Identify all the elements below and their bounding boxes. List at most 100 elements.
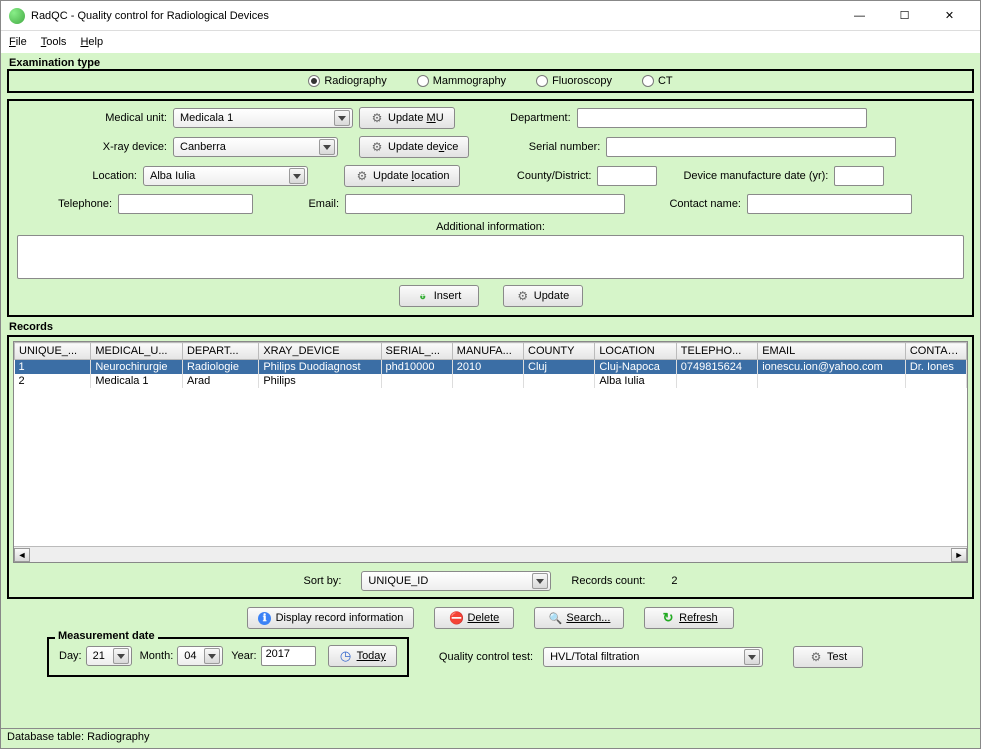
sort-by-select[interactable]: UNIQUE_ID [361, 571, 551, 591]
exam-type-group: Radiography Mammography Fluoroscopy CT [7, 69, 974, 93]
additional-textarea[interactable] [17, 235, 964, 279]
telephone-label: Telephone: [17, 198, 112, 210]
table-cell [524, 374, 595, 388]
table-cell: Alba Iulia [595, 374, 676, 388]
column-header[interactable]: MANUFA... [452, 343, 523, 360]
qc-test-label: Quality control test: [439, 651, 533, 663]
refresh-icon [661, 611, 675, 625]
horizontal-scrollbar[interactable]: ◄ ► [14, 546, 967, 562]
table-cell: Dr. Iones [905, 360, 966, 375]
xray-label: X-ray device: [17, 141, 167, 153]
column-header[interactable]: MEDICAL_U... [91, 343, 183, 360]
table-cell: Medicala 1 [91, 374, 183, 388]
medical-unit-select[interactable]: Medicala 1 [173, 108, 353, 128]
close-button[interactable]: ✕ [927, 2, 972, 30]
table-cell [905, 374, 966, 388]
records-title: Records [9, 321, 974, 333]
location-label: Location: [17, 170, 137, 182]
plus-icon [416, 289, 430, 303]
table-cell: phd10000 [381, 360, 452, 375]
exam-type-title: Examination type [9, 57, 974, 69]
delete-button[interactable]: Delete [434, 607, 514, 629]
form-panel: Medical unit: Medicala 1 Update MU Depar… [7, 99, 974, 317]
table-cell [758, 374, 906, 388]
email-input[interactable] [345, 194, 625, 214]
serial-label: Serial number: [485, 141, 600, 153]
day-select[interactable]: 21 [86, 646, 132, 666]
menu-tools[interactable]: Tools [41, 36, 67, 48]
menu-file[interactable]: File [9, 36, 27, 48]
measurement-date-group: Measurement date Day: 21 Month: 04 Year:… [47, 637, 409, 677]
month-select[interactable]: 04 [177, 646, 223, 666]
mfg-label: Device manufacture date (yr): [683, 170, 828, 182]
column-header[interactable]: TELEPHO... [676, 343, 757, 360]
department-input[interactable] [577, 108, 867, 128]
minus-icon [449, 611, 463, 625]
column-header[interactable]: COUNTY [524, 343, 595, 360]
table-cell: Radiologie [182, 360, 258, 375]
search-icon [548, 611, 562, 625]
radio-radiography[interactable]: Radiography [308, 75, 386, 87]
contact-label: Contact name: [631, 198, 741, 210]
table-row[interactable]: 1NeurochirurgieRadiologiePhilips Duodiag… [15, 360, 967, 375]
table-cell: Philips [259, 374, 381, 388]
column-header[interactable]: SERIAL_... [381, 343, 452, 360]
table-cell [452, 374, 523, 388]
update-device-button[interactable]: Update device [359, 136, 469, 158]
qc-test-select[interactable]: HVL/Total filtration [543, 647, 763, 667]
records-count-label: Records count: [571, 575, 645, 587]
county-label: County/District: [476, 170, 591, 182]
menubar: File Tools Help [1, 31, 980, 53]
contact-input[interactable] [747, 194, 912, 214]
refresh-button[interactable]: Refresh [644, 607, 734, 629]
xray-select[interactable]: Canberra [173, 137, 338, 157]
table-cell: 2 [15, 374, 91, 388]
table-cell [676, 374, 757, 388]
maximize-button[interactable]: ☐ [882, 2, 927, 30]
column-header[interactable]: XRAY_DEVICE [259, 343, 381, 360]
gear-icon [370, 111, 384, 125]
display-record-button[interactable]: Display record information [247, 607, 415, 629]
sort-by-label: Sort by: [303, 575, 341, 587]
app-window: RadQC - Quality control for Radiological… [0, 0, 981, 749]
records-panel: UNIQUE_...MEDICAL_U...DEPART...XRAY_DEVI… [7, 335, 974, 599]
table-cell: Arad [182, 374, 258, 388]
minimize-button[interactable]: ― [837, 2, 882, 30]
table-cell: Cluj [524, 360, 595, 375]
scroll-right-button[interactable]: ► [951, 548, 967, 562]
table-cell: ionescu.ion@yahoo.com [758, 360, 906, 375]
county-input[interactable] [597, 166, 657, 186]
radio-ct[interactable]: CT [642, 75, 673, 87]
scroll-left-button[interactable]: ◄ [14, 548, 30, 562]
today-button[interactable]: Today [328, 645, 397, 667]
location-select[interactable]: Alba Iulia [143, 166, 308, 186]
update-location-button[interactable]: Update location [344, 165, 460, 187]
serial-input[interactable] [606, 137, 896, 157]
column-header[interactable]: LOCATION [595, 343, 676, 360]
gear-icon [809, 650, 823, 664]
test-button[interactable]: Test [793, 646, 863, 668]
table-cell: Neurochirurgie [91, 360, 183, 375]
column-header[interactable]: UNIQUE_... [15, 343, 91, 360]
telephone-input[interactable] [118, 194, 253, 214]
records-table-wrap[interactable]: UNIQUE_...MEDICAL_U...DEPART...XRAY_DEVI… [13, 341, 968, 563]
clock-icon [339, 649, 353, 663]
table-cell: 0749815624 [676, 360, 757, 375]
search-button[interactable]: Search... [534, 607, 624, 629]
mfg-year-input[interactable] [834, 166, 884, 186]
update-button[interactable]: Update [503, 285, 583, 307]
insert-button[interactable]: Insert [399, 285, 479, 307]
medical-unit-label: Medical unit: [17, 112, 167, 124]
column-header[interactable]: CONTAC... [905, 343, 966, 360]
table-row[interactable]: 2Medicala 1AradPhilips Alba Iulia [15, 374, 967, 388]
year-input[interactable]: 2017 [261, 646, 316, 666]
update-mu-button[interactable]: Update MU [359, 107, 455, 129]
radio-mammography[interactable]: Mammography [417, 75, 506, 87]
radio-fluoroscopy[interactable]: Fluoroscopy [536, 75, 612, 87]
gear-icon [516, 289, 530, 303]
records-count-value: 2 [671, 575, 677, 587]
menu-help[interactable]: Help [80, 36, 103, 48]
column-header[interactable]: DEPART... [182, 343, 258, 360]
column-header[interactable]: EMAIL [758, 343, 906, 360]
gear-icon [355, 169, 369, 183]
